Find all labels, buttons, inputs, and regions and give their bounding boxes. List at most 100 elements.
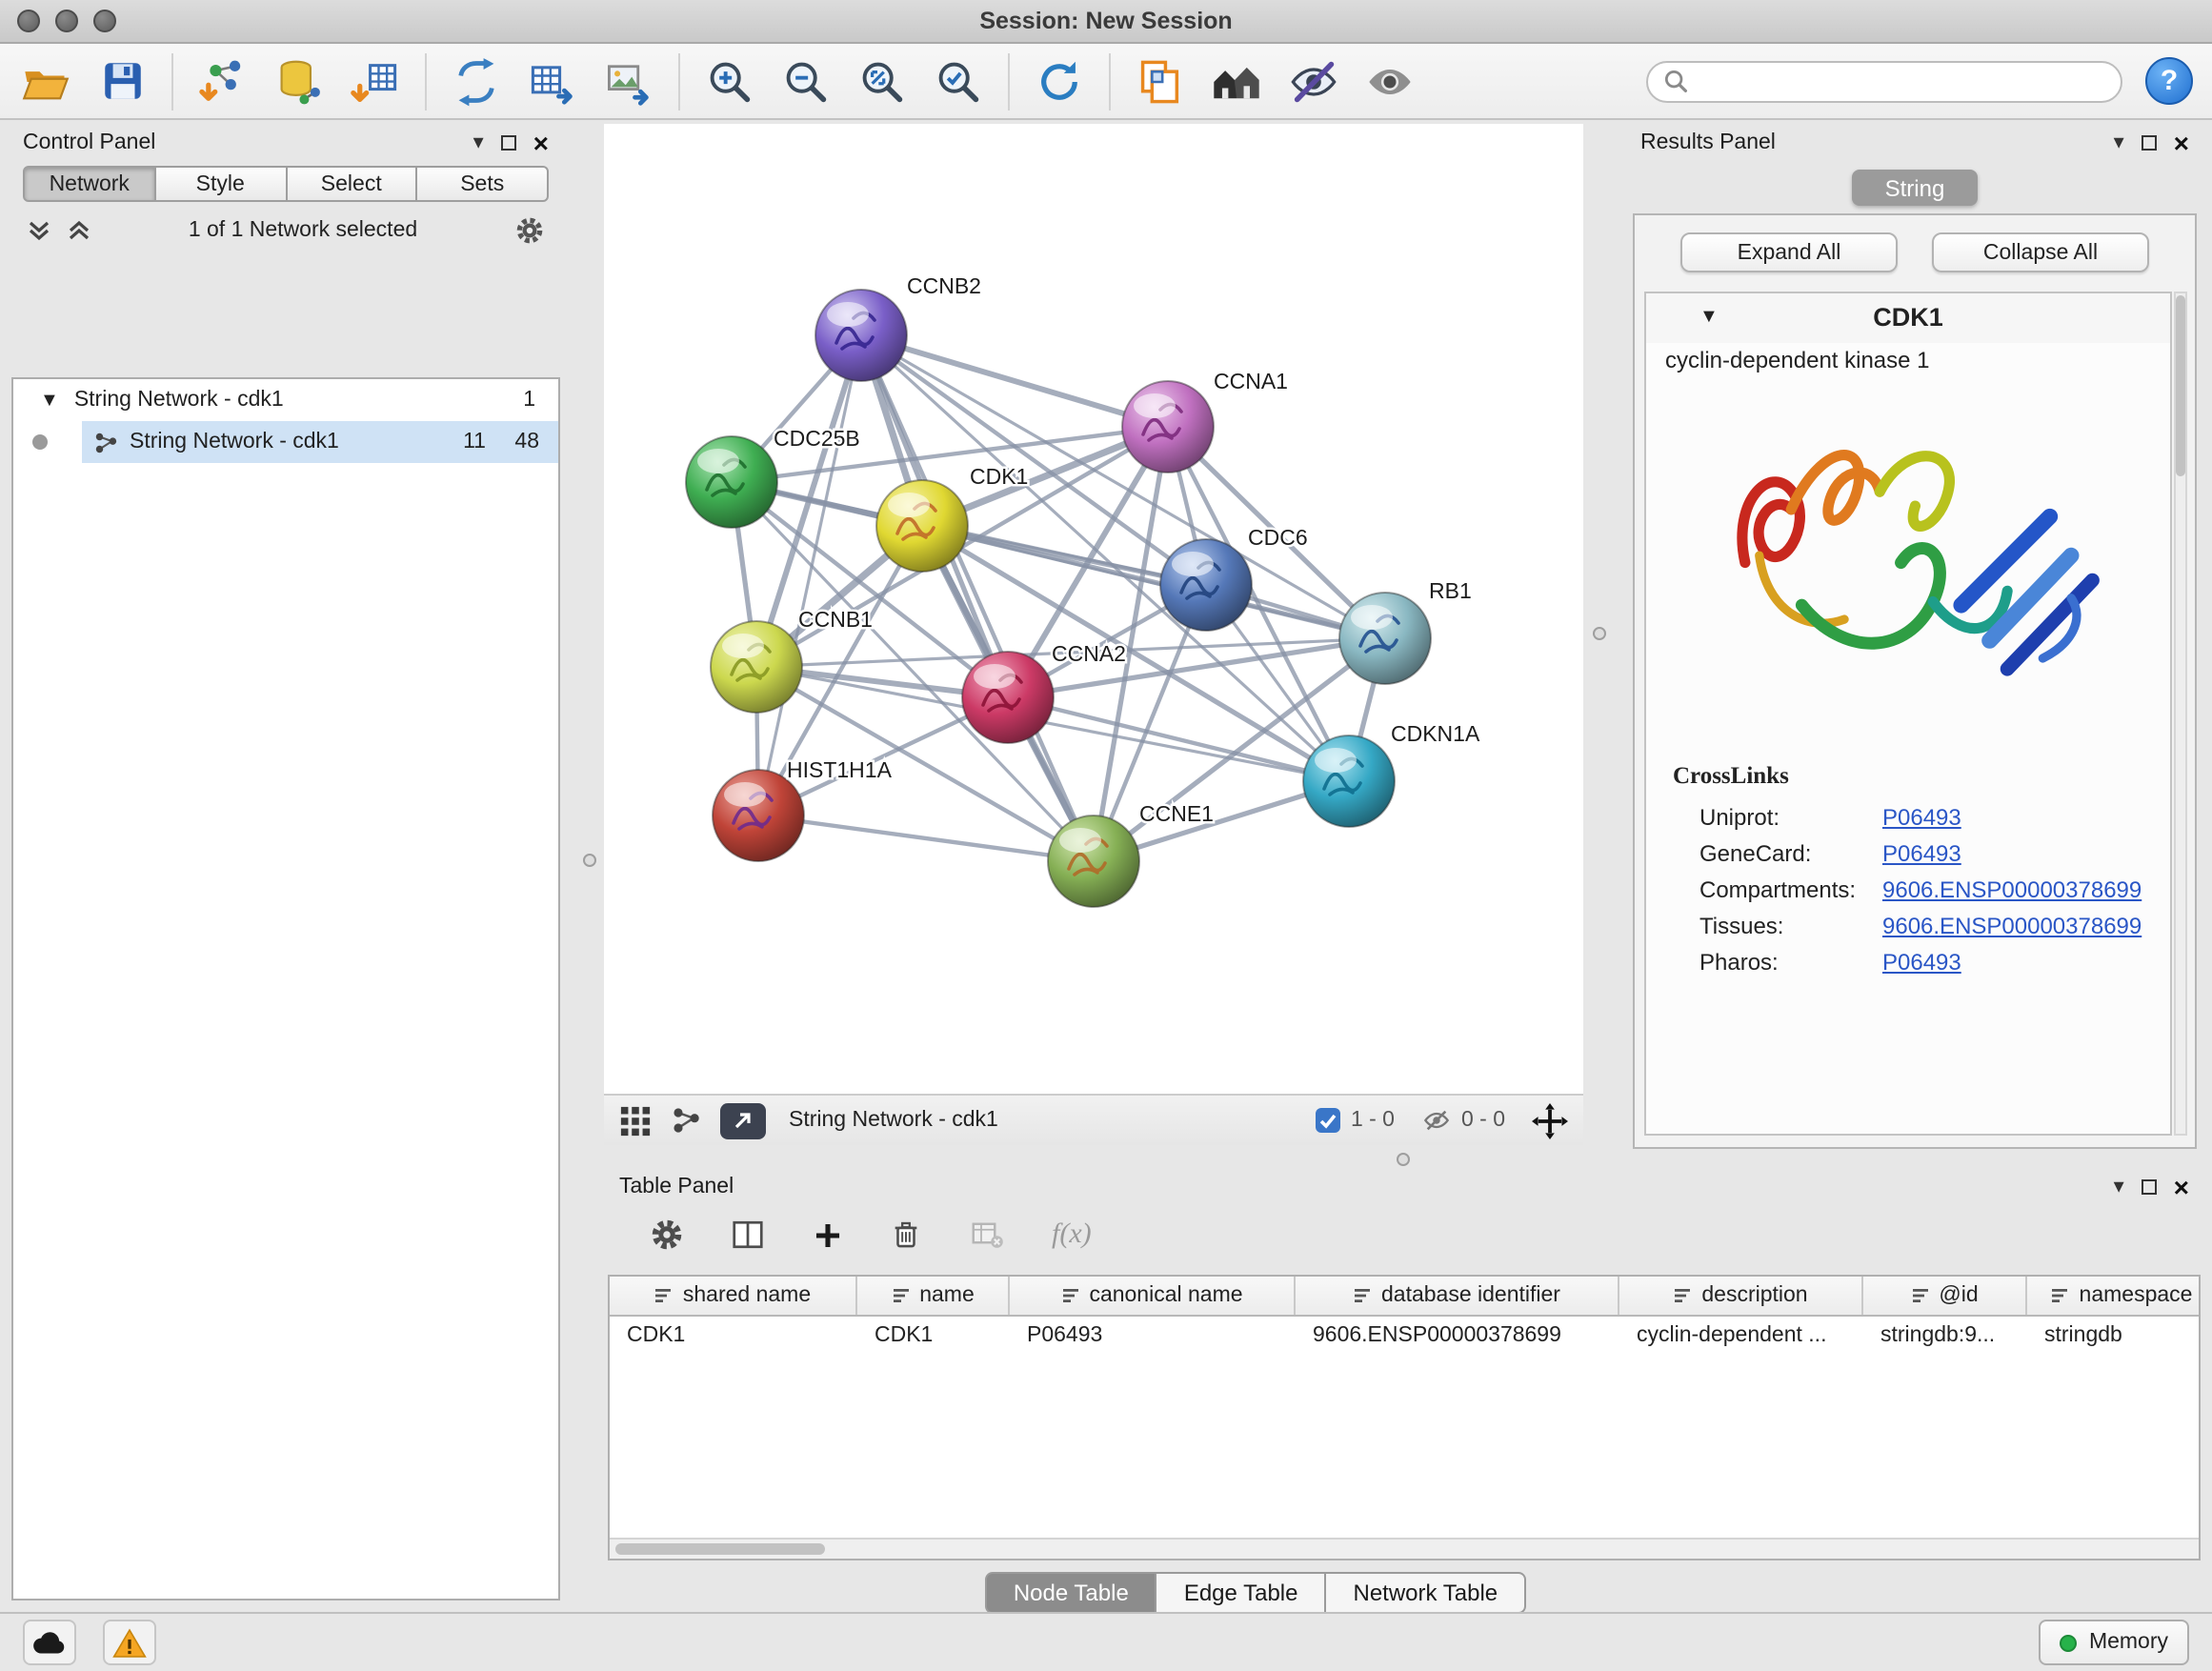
float-panel-icon[interactable]: ▾ xyxy=(2114,132,2124,153)
maximize-panel-icon[interactable] xyxy=(501,135,516,151)
import-network-file-button[interactable] xyxy=(196,54,250,108)
network-node-CDK1[interactable] xyxy=(876,480,968,572)
column-icon xyxy=(2051,1286,2070,1305)
collapse-all-icon[interactable] xyxy=(27,219,51,242)
vertical-splitter-handle[interactable] xyxy=(583,854,596,867)
close-panel-icon[interactable]: × xyxy=(2174,130,2189,156)
network-edge[interactable] xyxy=(922,526,1385,638)
table-horizontal-scrollbar[interactable] xyxy=(610,1538,2199,1559)
pan-crosshair-icon[interactable] xyxy=(1532,1102,1568,1138)
maximize-panel-icon[interactable] xyxy=(2142,135,2157,151)
column-header-canonical-name[interactable]: canonical name xyxy=(1010,1277,1296,1315)
zoom-fit-button[interactable] xyxy=(855,54,909,108)
string-tab-badge[interactable]: String xyxy=(1852,170,1978,206)
column-header-id[interactable]: @id xyxy=(1863,1277,2027,1315)
copy-button[interactable] xyxy=(1134,54,1187,108)
protein-section-header[interactable]: ▼ CDK1 xyxy=(1646,293,2170,343)
column-header-name[interactable]: name xyxy=(857,1277,1010,1315)
network-overview-icon[interactable] xyxy=(671,1105,701,1136)
expand-all-icon[interactable] xyxy=(67,219,91,242)
disclosure-triangle-icon[interactable]: ▼ xyxy=(40,390,59,411)
home-button[interactable] xyxy=(1210,54,1263,108)
gear-icon[interactable] xyxy=(514,215,545,246)
show-columns-icon[interactable] xyxy=(730,1218,766,1252)
export-table-button[interactable] xyxy=(526,54,579,108)
tab-edge-table[interactable]: Edge Table xyxy=(1156,1572,1327,1614)
hide-selected-button[interactable] xyxy=(1286,54,1339,108)
help-glyph: ? xyxy=(2161,65,2178,97)
refresh-view-button[interactable] xyxy=(1033,54,1086,108)
network-node-CCNA1[interactable] xyxy=(1122,381,1214,473)
tab-network-table[interactable]: Network Table xyxy=(1325,1572,1527,1614)
export-image-button[interactable] xyxy=(602,54,655,108)
network-node-CDC6[interactable] xyxy=(1160,539,1252,631)
expand-all-button[interactable]: Expand All xyxy=(1680,232,1898,272)
network-row-selected[interactable]: String Network - cdk1 11 48 xyxy=(13,421,558,463)
close-panel-icon[interactable]: × xyxy=(2174,1174,2189,1200)
close-panel-icon[interactable]: × xyxy=(533,130,549,156)
table-settings-gear-icon[interactable] xyxy=(650,1218,684,1252)
uniprot-link[interactable]: P06493 xyxy=(1882,803,1961,830)
column-header-namespace[interactable]: namespace xyxy=(2027,1277,2201,1315)
tissues-link[interactable]: 9606.ENSP00000378699 xyxy=(1882,912,2142,938)
vertical-splitter-handle[interactable] xyxy=(1593,627,1606,640)
network-canvas[interactable]: CCNB2CCNA1CDC25BCDK1CDC6RB1CCNB1CCNA2CDK… xyxy=(604,124,1583,1094)
search-field[interactable] xyxy=(1646,60,2122,102)
horizontal-splitter-handle[interactable] xyxy=(1397,1153,1410,1166)
network-graph[interactable]: CCNB2CCNA1CDC25BCDK1CDC6RB1CCNB1CCNA2CDK… xyxy=(604,124,1583,1094)
grid-view-icon[interactable] xyxy=(619,1104,652,1137)
network-edge[interactable] xyxy=(758,335,861,815)
warnings-button[interactable] xyxy=(103,1620,156,1665)
genecard-link[interactable]: P06493 xyxy=(1882,839,1961,866)
delete-column-icon[interactable] xyxy=(890,1218,922,1252)
cloud-status-button[interactable] xyxy=(23,1620,76,1665)
show-all-button[interactable] xyxy=(1362,54,1416,108)
pharos-link[interactable]: P06493 xyxy=(1882,948,1961,975)
float-panel-icon[interactable]: ▾ xyxy=(473,132,484,153)
network-node-HIST1H1A[interactable] xyxy=(713,770,804,861)
tab-select[interactable]: Select xyxy=(285,166,418,202)
network-edge[interactable] xyxy=(758,815,1094,861)
network-node-CDC25B[interactable] xyxy=(686,436,777,528)
search-input[interactable] xyxy=(1699,68,2105,94)
table-row[interactable]: CDK1 CDK1 P06493 9606.ENSP00000378699 cy… xyxy=(610,1317,2199,1353)
network-node-CCNB2[interactable] xyxy=(815,290,907,381)
results-scrollbar[interactable] xyxy=(2174,292,2187,1136)
zoom-in-button[interactable] xyxy=(703,54,756,108)
zoom-selected-button[interactable] xyxy=(932,54,985,108)
help-button[interactable]: ? xyxy=(2145,57,2193,105)
column-header-shared-name[interactable]: shared name xyxy=(610,1277,857,1315)
network-node-CCNB1[interactable] xyxy=(711,621,802,713)
network-edge[interactable] xyxy=(861,335,1094,861)
open-session-button[interactable] xyxy=(19,54,72,108)
network-node-CCNE1[interactable] xyxy=(1048,815,1139,907)
node-label-CDKN1A: CDKN1A xyxy=(1391,721,1480,746)
houses-icon xyxy=(1210,56,1263,106)
save-session-button[interactable] xyxy=(95,54,149,108)
network-node-CCNA2[interactable] xyxy=(962,652,1054,743)
network-node-RB1[interactable] xyxy=(1339,593,1431,684)
compartments-link[interactable]: 9606.ENSP00000378699 xyxy=(1882,876,2142,902)
import-network-database-button[interactable] xyxy=(272,54,326,108)
zoom-out-button[interactable] xyxy=(779,54,833,108)
tab-sets[interactable]: Sets xyxy=(416,166,550,202)
collapse-all-button[interactable]: Collapse All xyxy=(1932,232,2149,272)
network-node-count: 11 xyxy=(444,431,486,453)
network-collection-row[interactable]: ▼ String Network - cdk1 1 xyxy=(13,379,558,421)
tab-network[interactable]: Network xyxy=(23,166,156,202)
tab-node-table[interactable]: Node Table xyxy=(985,1572,1157,1614)
maximize-panel-icon[interactable] xyxy=(2142,1179,2157,1195)
float-panel-icon[interactable]: ▾ xyxy=(2114,1177,2124,1198)
detach-view-button[interactable] xyxy=(720,1102,766,1138)
column-icon xyxy=(1910,1286,1929,1305)
column-header-database-identifier[interactable]: database identifier xyxy=(1296,1277,1619,1315)
tab-style[interactable]: Style xyxy=(154,166,288,202)
memory-button[interactable]: Memory xyxy=(2040,1620,2189,1665)
import-table-button[interactable] xyxy=(349,54,402,108)
add-column-icon[interactable] xyxy=(812,1218,844,1251)
column-header-description[interactable]: description xyxy=(1619,1277,1863,1315)
network-from-selection-button[interactable] xyxy=(450,54,503,108)
node-label-CCNE1: CCNE1 xyxy=(1139,801,1214,826)
network-node-CDKN1A[interactable] xyxy=(1303,735,1395,827)
network-edge[interactable] xyxy=(861,335,1168,427)
